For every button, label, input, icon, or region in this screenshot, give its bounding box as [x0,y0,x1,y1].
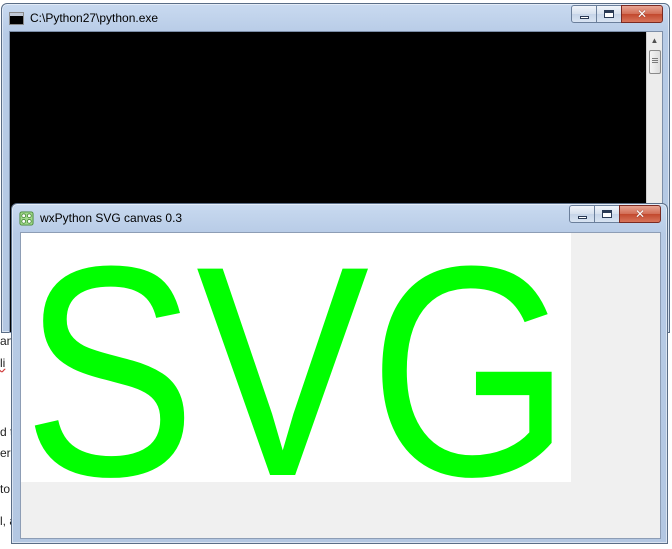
console-window-title: C:\Python27\python.exe [30,11,159,25]
close-icon: ✕ [636,7,648,21]
maximize-icon [602,210,612,218]
svg-maximize-button[interactable] [594,205,620,223]
svg-drawing: SVG [23,233,571,482]
svg-minimize-button[interactable] [569,205,595,223]
background-text-fragment: li [0,356,6,370]
close-icon: ✕ [634,207,646,221]
console-minimize-button[interactable] [571,5,597,23]
maximize-icon [604,10,614,18]
svg-window-client-area: SVG [20,232,661,539]
wxpython-icon [19,210,34,226]
minimize-icon [577,215,587,219]
svg-window-title: wxPython SVG canvas 0.3 [40,211,183,225]
background-text-fragment: to [0,482,11,496]
svg-canvas-window[interactable]: wxPython SVG canvas 0.3 ✕ SVG [11,203,668,544]
console-titlebar[interactable]: C:\Python27\python.exe [2,4,669,32]
svg-rendered-text: SVG [23,233,571,482]
scrollbar-thumb[interactable] [649,50,661,74]
svg-canvas[interactable]: SVG [21,233,571,482]
cmd-icon [9,11,24,25]
console-caption-buttons: ✕ [571,5,663,23]
scroll-up-arrow-icon[interactable]: ▲ [647,32,662,48]
desktop: an li d t ers to l, a C:\Python27\python… [0,0,672,549]
console-maximize-button[interactable] [596,5,622,23]
svg-caption-buttons: ✕ [569,205,661,223]
minimize-icon [579,15,589,19]
console-close-button[interactable]: ✕ [621,5,663,23]
svg-close-button[interactable]: ✕ [619,205,661,223]
